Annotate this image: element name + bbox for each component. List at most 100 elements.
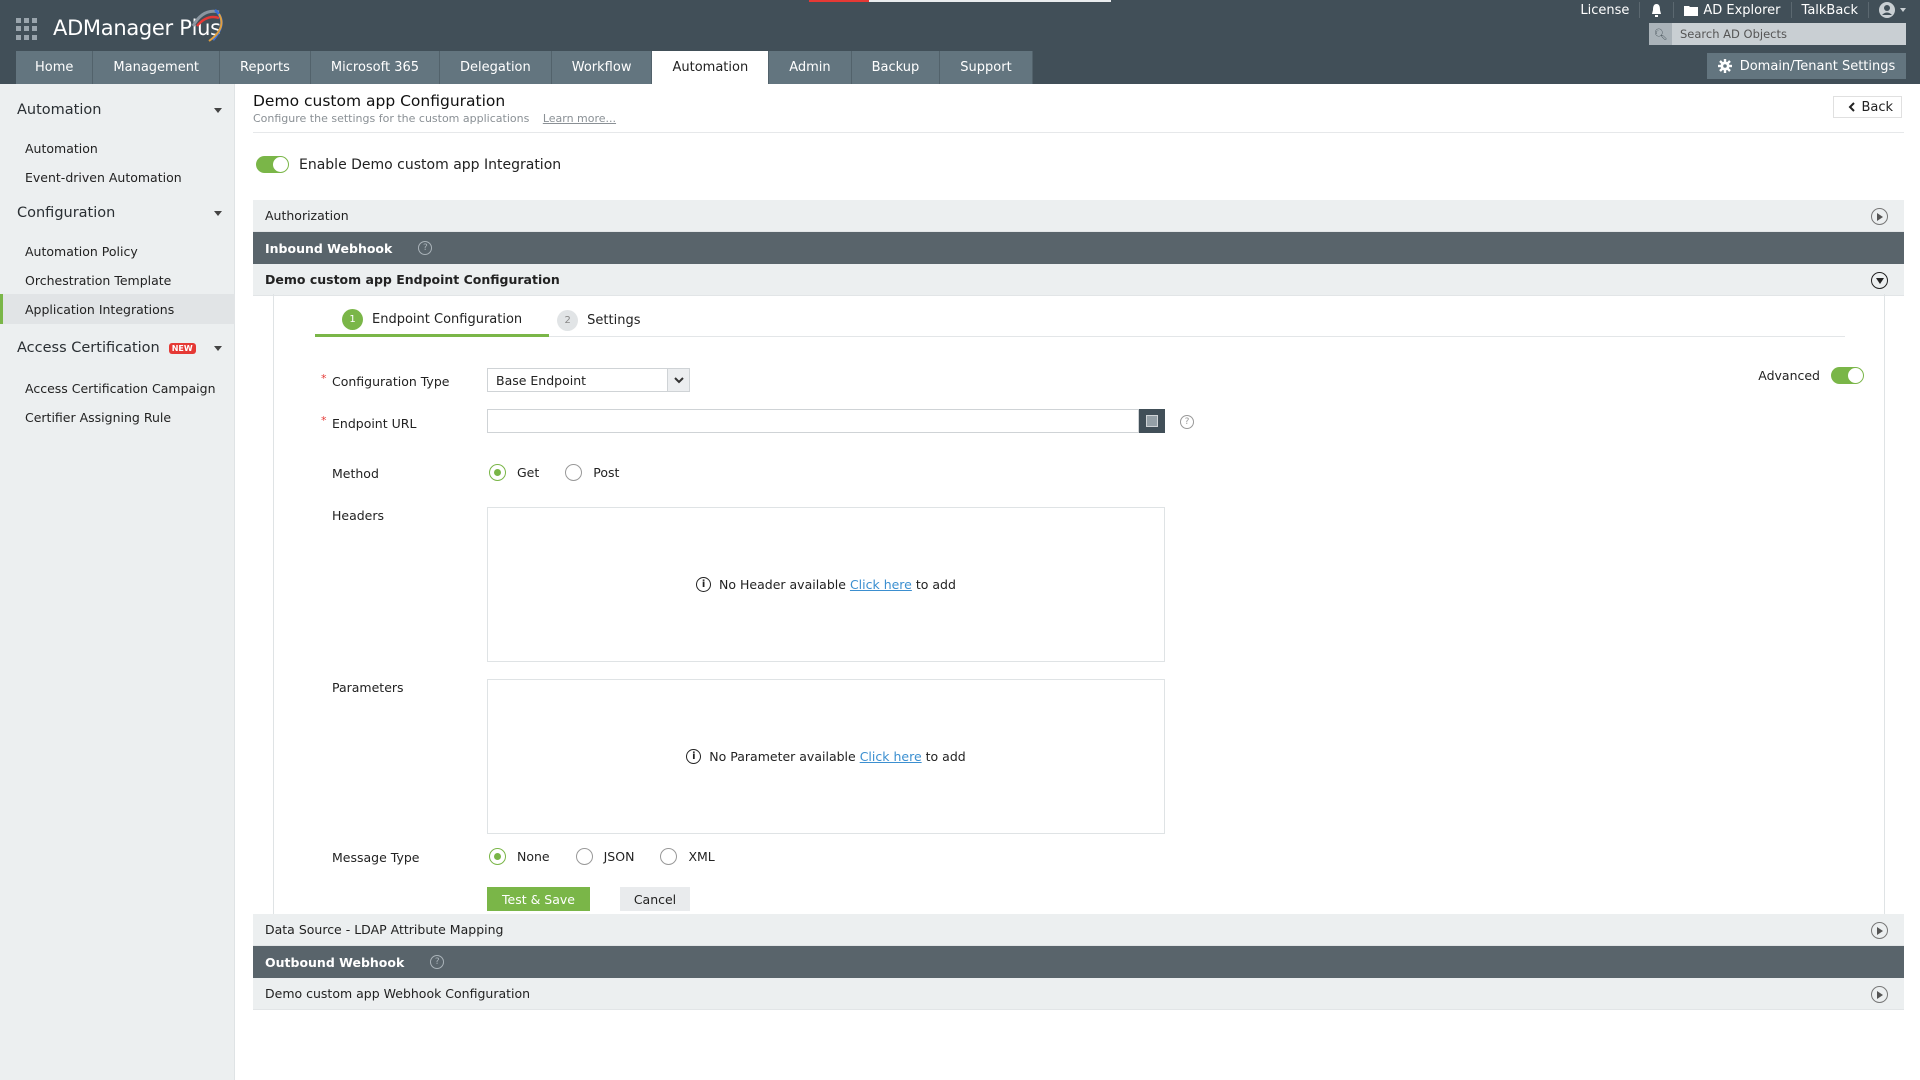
sidebar-group-label: Automation: [17, 102, 102, 118]
tab-automation[interactable]: Automation: [652, 51, 770, 84]
enable-integration-label: Enable Demo custom app Integration: [299, 156, 562, 173]
message-type-label: Message Type: [332, 850, 420, 865]
authorization-label: Authorization: [265, 208, 349, 223]
notification-bell-icon[interactable]: [1650, 3, 1663, 18]
info-icon: i: [696, 577, 712, 592]
app-grid-icon[interactable]: [16, 18, 38, 40]
page-subtitle-text: Configure the settings for the custom ap…: [253, 112, 530, 125]
top-links: License AD Explorer TalkBack: [1580, 0, 1906, 20]
required-marker: *: [321, 372, 327, 385]
url-builder-button[interactable]: [1139, 409, 1165, 433]
gear-icon: [1717, 59, 1732, 73]
sidebar-group-label: Access Certification: [17, 340, 160, 356]
config-type-select[interactable]: Base Endpoint: [487, 368, 690, 392]
tab-management[interactable]: Management: [93, 51, 221, 84]
step-number: 1: [342, 308, 363, 330]
parameters-box: i No Parameter available Click here to a…: [487, 679, 1165, 834]
search-ad-input[interactable]: [1672, 27, 1892, 41]
back-button[interactable]: Back: [1833, 96, 1902, 118]
radio-empty-icon: [575, 848, 593, 865]
sidebar-item-orchestration-template[interactable]: Orchestration Template: [0, 265, 235, 295]
domain-settings-label: Domain/Tenant Settings: [1739, 58, 1896, 74]
tab-workflow[interactable]: Workflow: [551, 51, 653, 84]
help-icon[interactable]: ?: [430, 955, 445, 969]
endpoint-url-input[interactable]: [487, 409, 1139, 433]
message-type-radio-xml[interactable]: XML: [660, 848, 715, 865]
webhook-config-label: Demo custom app Webhook Configuration: [265, 986, 531, 1001]
domain-tenant-settings-button[interactable]: Domain/Tenant Settings: [1707, 53, 1906, 79]
help-icon[interactable]: ?: [418, 241, 433, 255]
headers-box: i No Header available Click here to add: [487, 507, 1165, 662]
sidebar-item-certifier-assigning-rule[interactable]: Certifier Assigning Rule: [0, 402, 235, 432]
config-type-label: * Configuration Type: [321, 372, 450, 389]
tab-delegation[interactable]: Delegation: [440, 51, 552, 84]
advanced-toggle-row: Advanced: [1758, 367, 1864, 384]
sidebar-item-application-integrations[interactable]: Application Integrations: [0, 294, 235, 324]
loading-bar-track: [869, 0, 1111, 2]
user-menu[interactable]: [1879, 2, 1906, 18]
radio-selected-icon: [489, 848, 506, 865]
method-radio-post[interactable]: Post: [565, 464, 619, 481]
tab-admin[interactable]: Admin: [769, 51, 852, 84]
sidebar-group-configuration[interactable]: Configuration: [17, 205, 222, 221]
variable-picker-icon: [1146, 415, 1158, 427]
endpoint-url-label: * Endpoint URL: [321, 414, 417, 431]
new-badge: NEW: [168, 342, 196, 354]
logo-swoosh-icon: [191, 9, 223, 42]
talkback-link[interactable]: TalkBack: [1802, 3, 1858, 18]
learn-more-link[interactable]: Learn more...: [543, 112, 616, 125]
endpoint-config-section-header[interactable]: Demo custom app Endpoint Configuration: [253, 264, 1904, 296]
expand-right-icon[interactable]: [1871, 986, 1888, 1003]
to-add-text: to add: [915, 577, 956, 592]
inbound-webhook-label: Inbound Webhook: [265, 240, 393, 256]
outbound-webhook-label: Outbound Webhook: [265, 954, 405, 970]
endpoint-config-label: Demo custom app Endpoint Configuration: [265, 272, 560, 287]
step-endpoint-configuration[interactable]: 1 Endpoint Configuration: [315, 304, 550, 337]
ad-explorer-link[interactable]: AD Explorer: [1684, 2, 1781, 18]
enable-integration-row: Enable Demo custom app Integration: [256, 156, 561, 173]
tab-support[interactable]: Support: [940, 51, 1033, 84]
cancel-button[interactable]: Cancel: [620, 887, 690, 911]
webhook-config-section-header[interactable]: Demo custom app Webhook Configuration: [253, 978, 1904, 1010]
headers-label: Headers: [332, 508, 385, 523]
ad-explorer-label: AD Explorer: [1703, 2, 1781, 18]
tab-reports[interactable]: Reports: [220, 51, 311, 84]
expand-right-icon[interactable]: [1871, 208, 1888, 225]
enable-integration-toggle[interactable]: [256, 156, 289, 173]
message-type-radio-none[interactable]: None: [489, 848, 550, 865]
sidebar-item-event-driven-automation[interactable]: Event-driven Automation: [0, 162, 235, 192]
sidebar-item-automation-policy[interactable]: Automation Policy: [0, 236, 235, 266]
sidebar-group-automation[interactable]: Automation: [17, 102, 222, 118]
caret-down-icon: [214, 107, 222, 113]
message-type-radio-json[interactable]: JSON: [575, 848, 634, 865]
chevron-left-icon: [1849, 102, 1856, 112]
tab-home[interactable]: Home: [16, 51, 94, 84]
expand-right-icon[interactable]: [1871, 922, 1888, 939]
add-header-link[interactable]: Click here: [850, 577, 912, 592]
radio-empty-icon: [660, 848, 678, 865]
back-label: Back: [1861, 99, 1893, 115]
sidebar-group-access-certification[interactable]: Access Certification NEW: [17, 340, 222, 356]
license-link[interactable]: License: [1580, 3, 1629, 18]
outbound-webhook-header: Outbound Webhook ?: [253, 946, 1904, 978]
data-source-label: Data Source - LDAP Attribute Mapping: [265, 922, 504, 937]
tab-backup[interactable]: Backup: [851, 51, 941, 84]
test-save-button[interactable]: Test & Save: [487, 887, 590, 911]
chevron-down-icon: [1900, 8, 1906, 12]
method-radio-get[interactable]: Get: [489, 464, 539, 481]
sidebar-item-automation[interactable]: Automation: [0, 133, 235, 163]
data-source-section-header[interactable]: Data Source - LDAP Attribute Mapping: [253, 914, 1904, 946]
sidebar-item-access-certification-campaign[interactable]: Access Certification Campaign: [0, 373, 235, 403]
tab-microsoft-365[interactable]: Microsoft 365: [310, 51, 441, 84]
step-label: Endpoint Configuration: [372, 311, 523, 327]
page-subtitle: Configure the settings for the custom ap…: [253, 112, 616, 125]
caret-down-icon: [214, 345, 222, 351]
authorization-section-header[interactable]: Authorization: [253, 200, 1904, 232]
advanced-toggle[interactable]: [1831, 367, 1864, 384]
step-settings[interactable]: 2 Settings: [549, 304, 667, 337]
config-type-value: Base Endpoint: [496, 372, 587, 388]
add-parameter-link[interactable]: Click here: [860, 749, 922, 764]
collapse-down-icon[interactable]: [1871, 272, 1888, 289]
search-icon[interactable]: 🔍︎: [1649, 23, 1672, 45]
help-icon[interactable]: ?: [1180, 415, 1194, 429]
